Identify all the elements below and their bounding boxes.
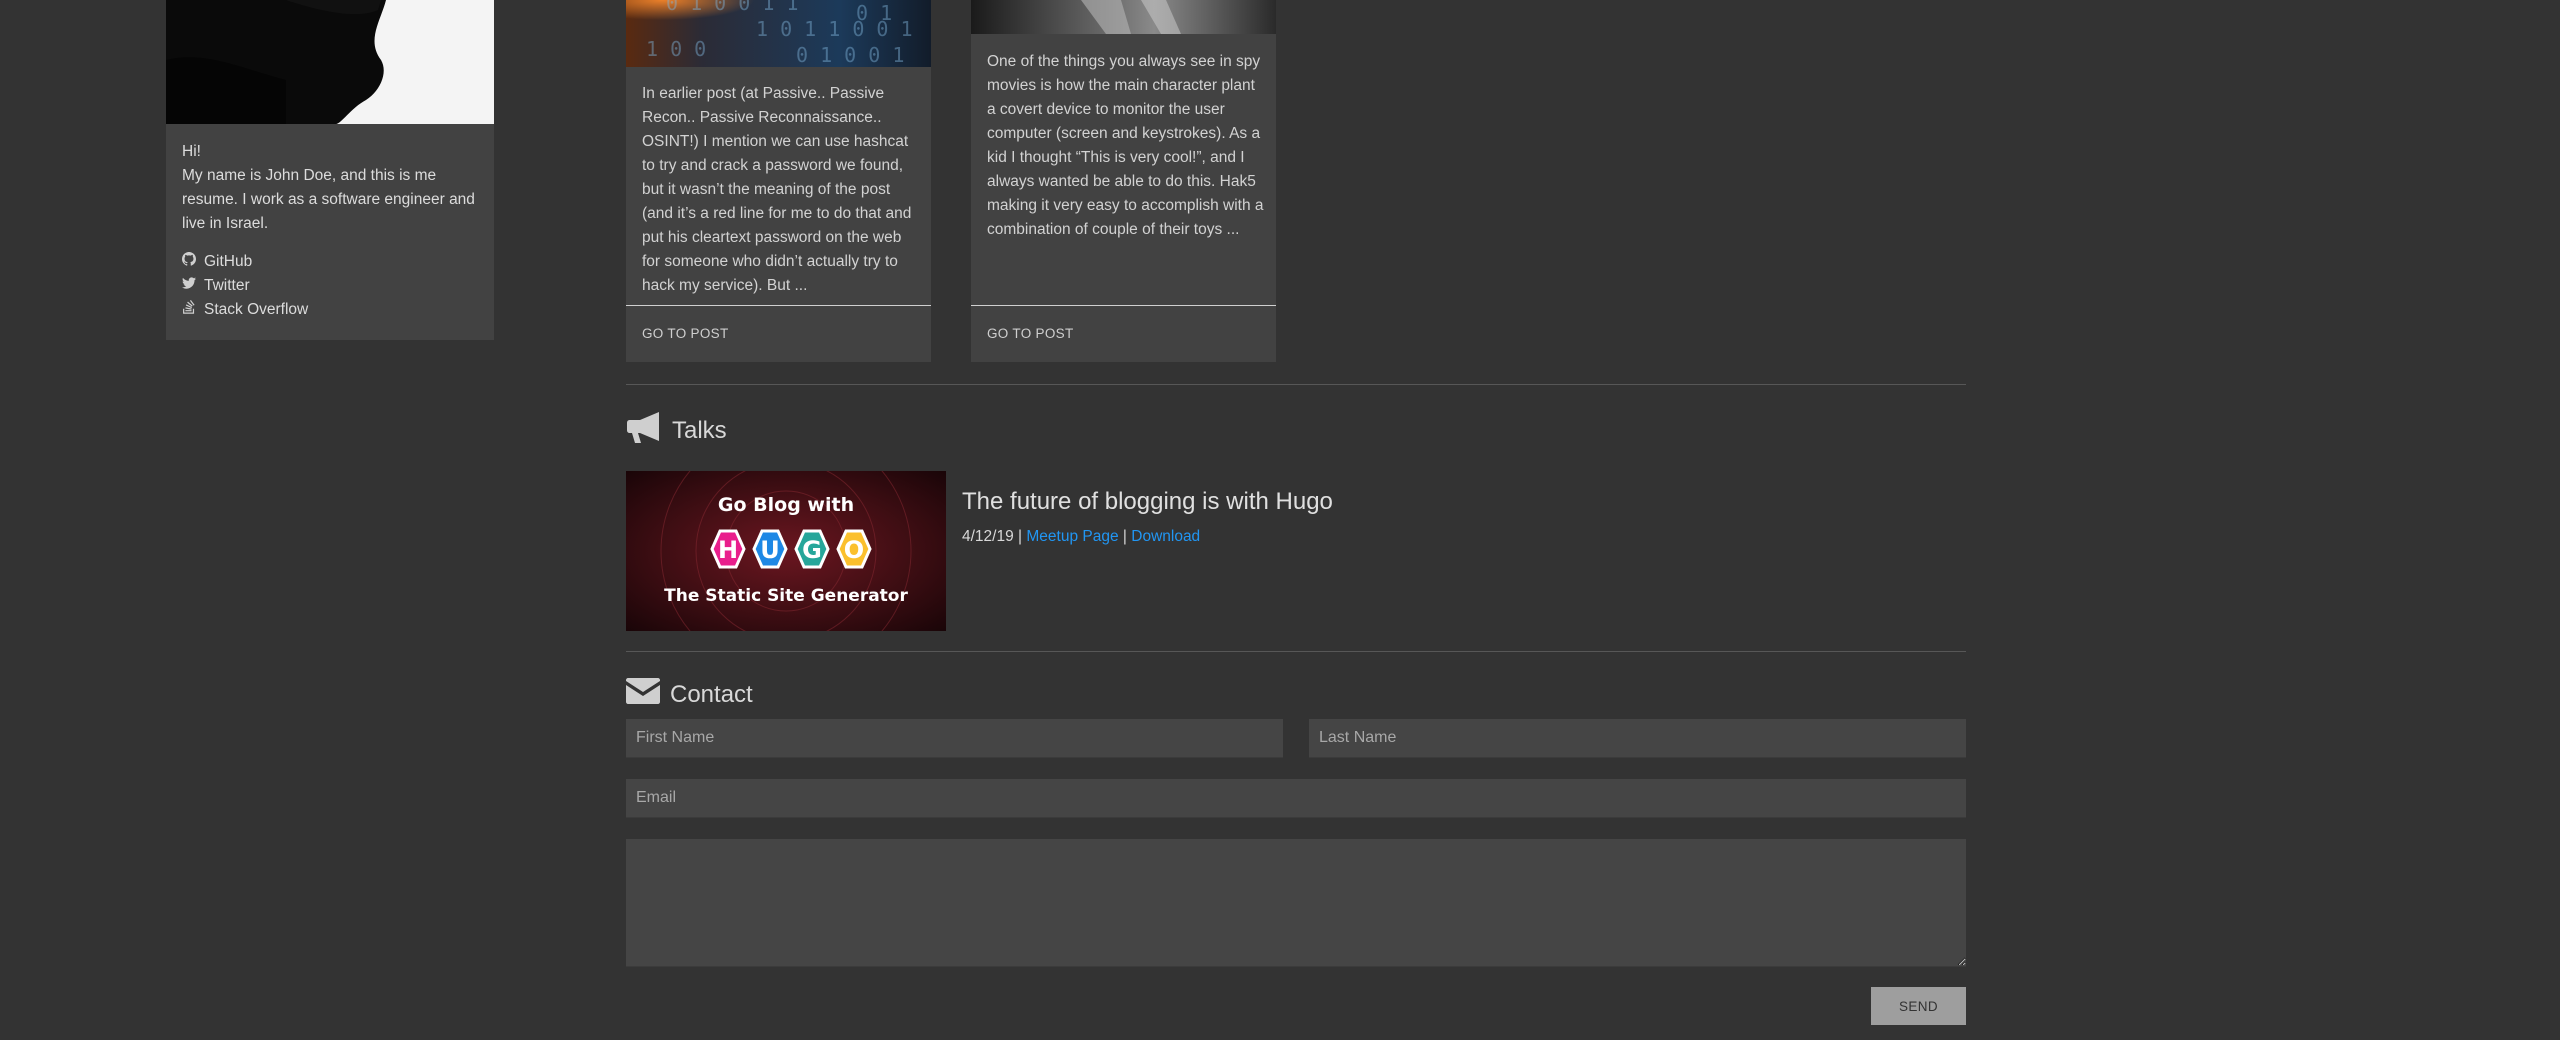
meta-separator: | (1018, 528, 1023, 545)
profile-greeting: Hi! (182, 143, 201, 160)
talk-date: 4/12/19 (962, 528, 1014, 545)
github-label: GitHub (204, 253, 253, 270)
divider (971, 305, 1276, 306)
divider (626, 305, 931, 306)
post-thumbnail[interactable] (971, 0, 1276, 34)
twitter-label: Twitter (204, 277, 250, 294)
twitter-icon (182, 274, 196, 298)
hugo-letter-o: O (844, 536, 864, 564)
email-field[interactable] (626, 779, 1966, 818)
go-to-post-link[interactable]: GO TO POST (642, 326, 729, 341)
section-divider (626, 384, 1966, 385)
post-thumbnail[interactable]: 0 1 0 0 1 1 1 0 1 1 0 0 1 0 1 0 1 0 0 1 … (626, 0, 931, 67)
profile-photo (166, 0, 494, 124)
hugo-letter-h: H (718, 536, 738, 564)
social-links: GitHub Twitter Stack Overflow (182, 250, 308, 322)
download-link[interactable]: Download (1131, 528, 1200, 545)
svg-text:1 0 0: 1 0 0 (646, 37, 706, 61)
hugo-letter-g: G (802, 536, 822, 564)
twitter-link[interactable]: Twitter (182, 274, 308, 298)
hugo-letter-u: U (760, 536, 780, 564)
stack-overflow-link[interactable]: Stack Overflow (182, 298, 308, 322)
svg-text:0 1 0 0 1 1: 0 1 0 0 1 1 (666, 0, 798, 15)
svg-text:0 1 0 0 1: 0 1 0 0 1 (796, 43, 904, 67)
send-button[interactable]: SEND (1871, 987, 1966, 1025)
post-card: 0 1 0 0 1 1 1 0 1 1 0 0 1 0 1 0 1 0 0 1 … (626, 0, 931, 362)
talk-thumbnail[interactable]: Go Blog with H U G O The Static Site Gen… (626, 471, 946, 631)
last-name-field[interactable] (1309, 719, 1966, 758)
talks-heading-text: Talks (672, 416, 727, 444)
talks-heading: Talks (626, 410, 727, 451)
profile-card: Hi! My name is John Doe, and this is me … (166, 0, 494, 340)
contact-heading: Contact (626, 678, 753, 711)
message-field[interactable] (626, 839, 1966, 967)
megaphone-icon (626, 410, 662, 451)
github-link[interactable]: GitHub (182, 250, 308, 274)
profile-bio: My name is John Doe, and this is me resu… (182, 167, 475, 232)
envelope-icon (626, 678, 660, 711)
talk-banner-line1: Go Blog with (718, 494, 854, 516)
svg-text:0 1: 0 1 (856, 1, 892, 25)
github-icon (182, 250, 196, 274)
post-card: One of the things you always see in spy … (971, 0, 1276, 362)
contact-heading-text: Contact (670, 680, 753, 708)
talk-title: The future of blogging is with Hugo (962, 488, 1333, 515)
stack-overflow-icon (182, 298, 196, 322)
meetup-page-link[interactable]: Meetup Page (1026, 528, 1118, 545)
post-excerpt: In earlier post (at Passive.. Passive Re… (642, 85, 912, 294)
talk-meta: 4/12/19 | Meetup Page | Download (962, 528, 1200, 546)
go-to-post-link[interactable]: GO TO POST (987, 326, 1074, 341)
post-excerpt: One of the things you always see in spy … (987, 53, 1264, 238)
profile-intro: Hi! My name is John Doe, and this is me … (182, 140, 478, 236)
first-name-field[interactable] (626, 719, 1283, 758)
stack-overflow-label: Stack Overflow (204, 301, 309, 318)
meta-separator: | (1122, 528, 1127, 545)
section-divider (626, 651, 1966, 652)
talk-banner-line2: The Static Site Generator (664, 586, 908, 606)
